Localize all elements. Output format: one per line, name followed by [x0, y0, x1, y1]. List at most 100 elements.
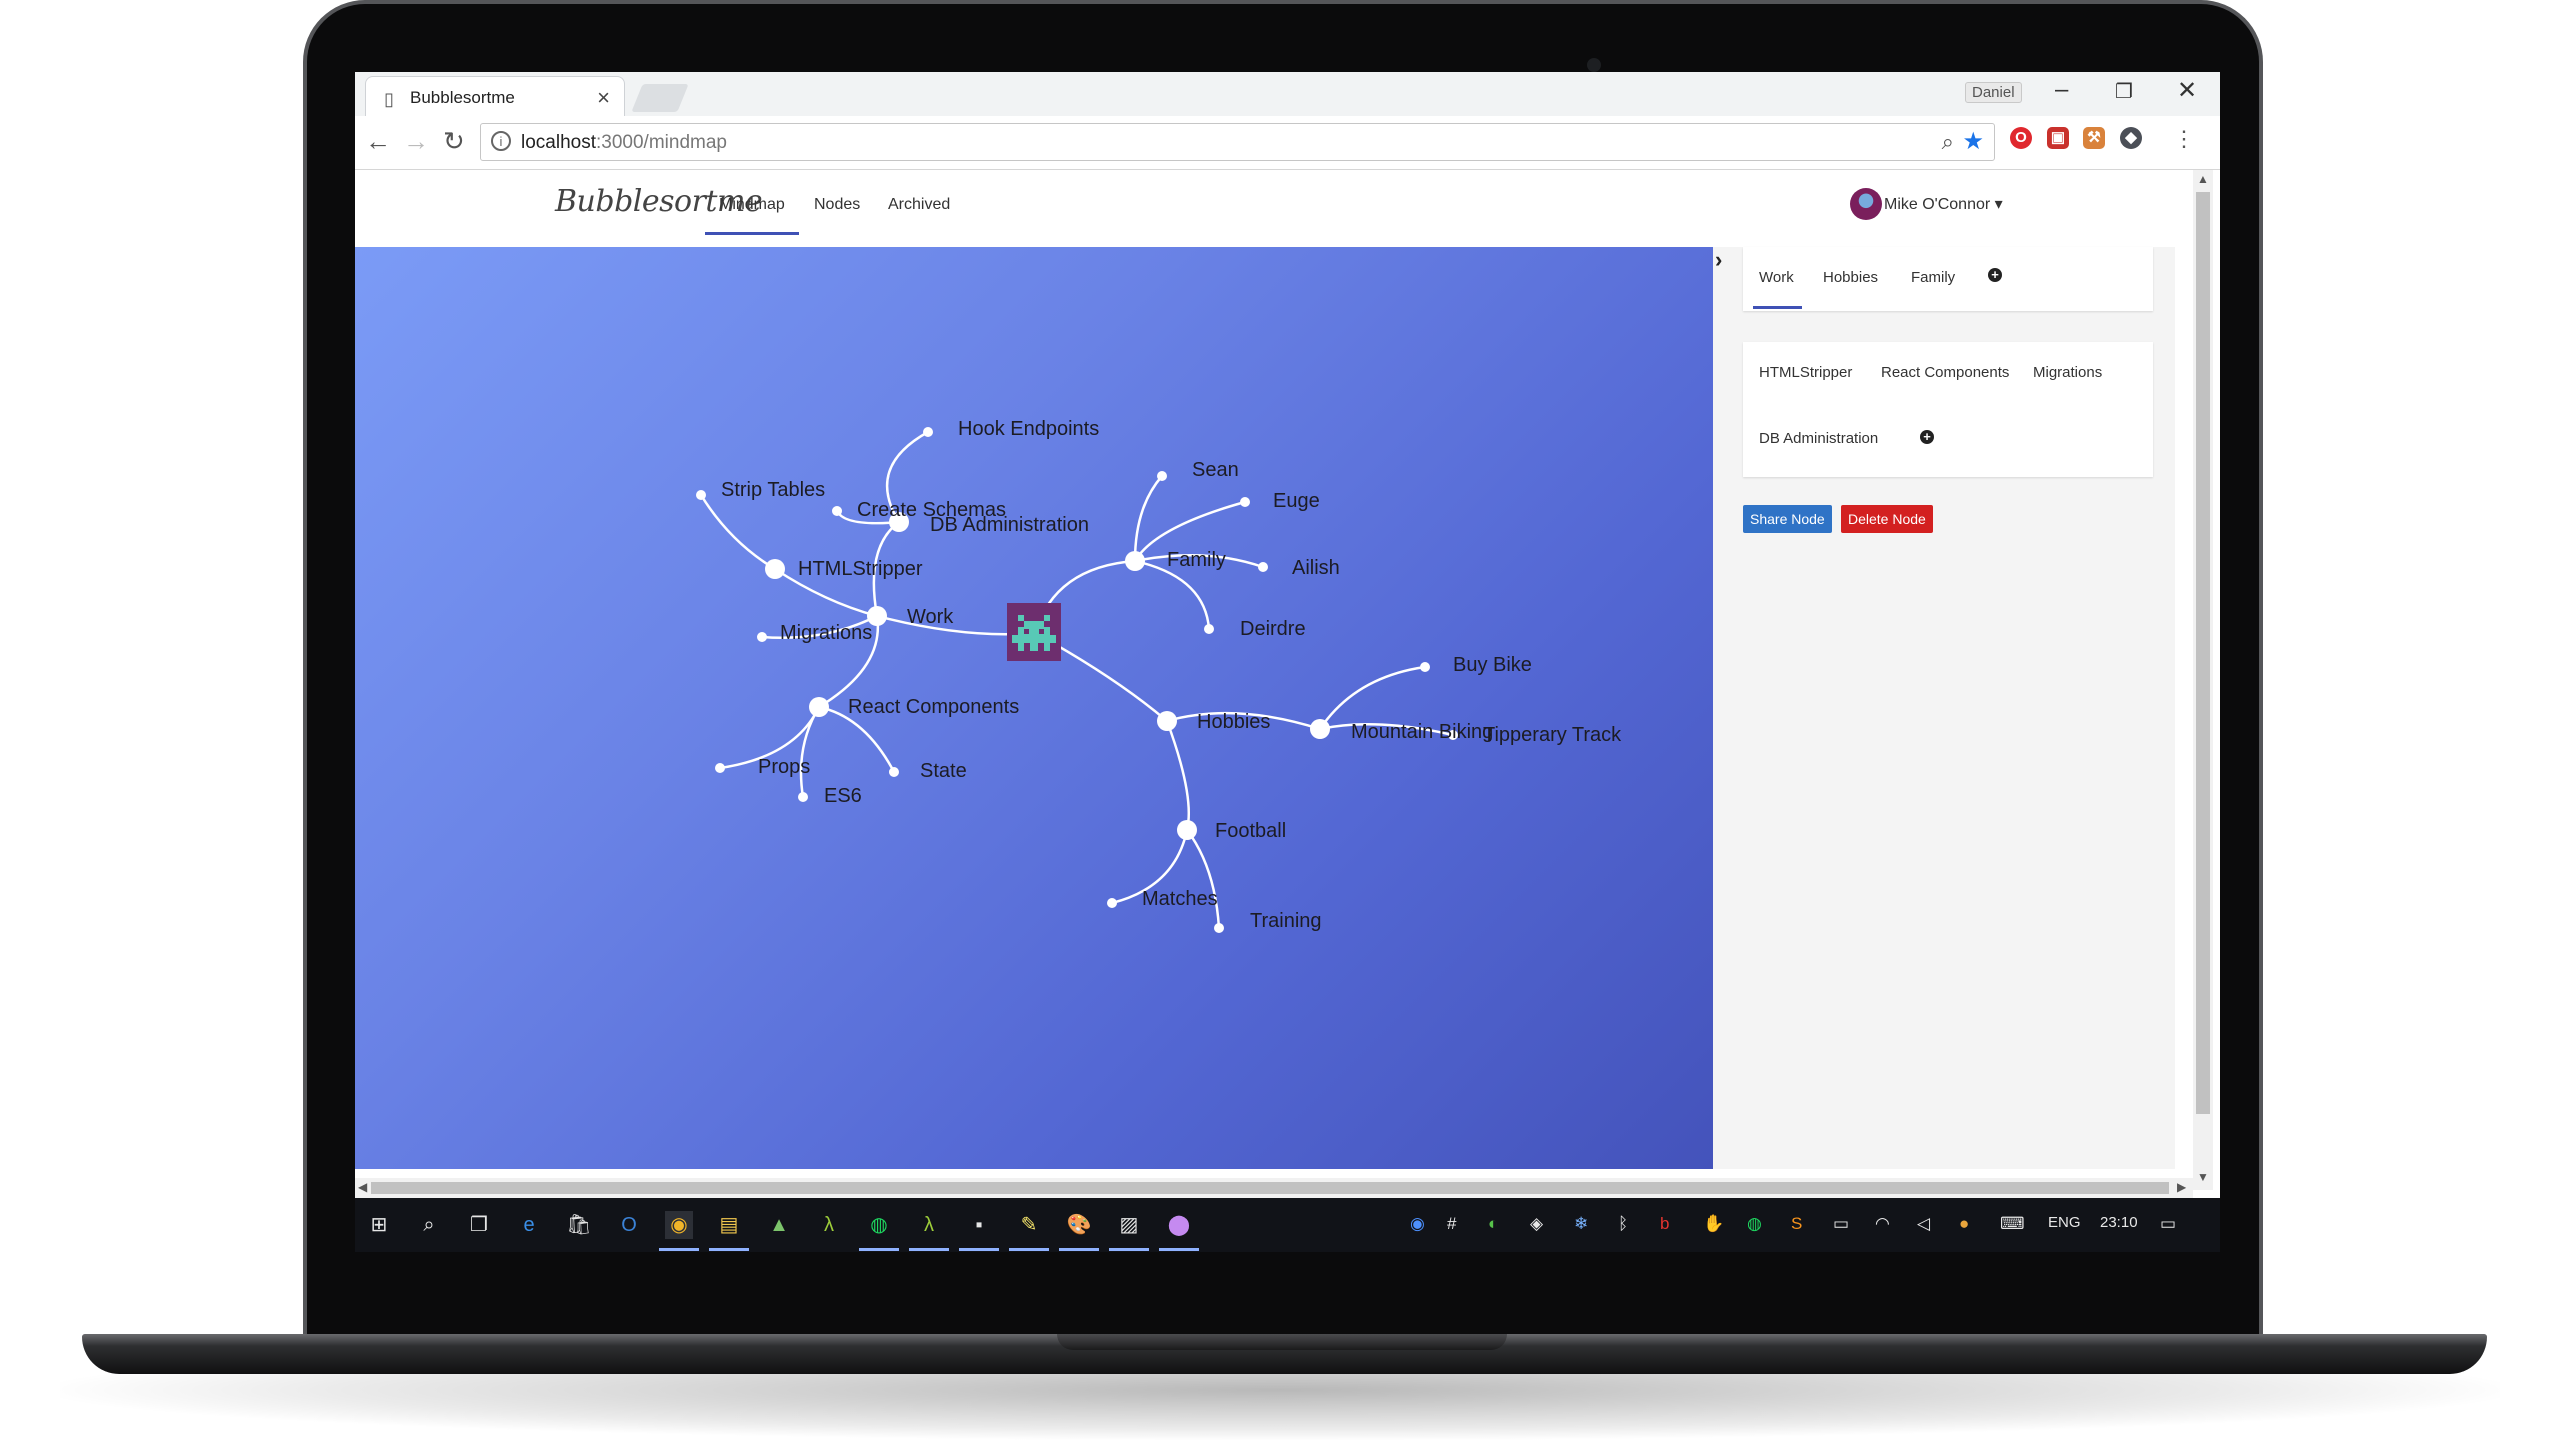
add-tab-icon[interactable]: + [1988, 268, 2002, 282]
delete-node-button[interactable]: Delete Node [1841, 505, 1933, 533]
tab-family[interactable]: Family [1911, 269, 1955, 286]
avatar [1850, 188, 1882, 220]
globe-icon[interactable]: ● [1959, 1214, 1969, 1234]
battery-icon[interactable]: ▭ [1833, 1214, 1849, 1234]
snowflake-icon[interactable]: ❄ [1574, 1214, 1588, 1234]
node-hobbies [1157, 711, 1177, 731]
scroll-up-icon[interactable]: ▲ [2197, 172, 2209, 186]
tab-hobbies[interactable]: Hobbies [1823, 269, 1878, 286]
vertical-scroll-thumb[interactable] [2196, 192, 2210, 1114]
spotify-icon[interactable]: ◍ [859, 1211, 899, 1251]
add-child-icon[interactable]: + [1920, 430, 1934, 444]
mindmap-svg[interactable]: Work DB Administration Hook Endpoints Cr… [355, 247, 1713, 1169]
chrome-tray-icon[interactable]: ◉ [1410, 1214, 1425, 1234]
node-detail-panel: › Work Hobbies Family + HTMLStripper Rea… [1713, 247, 2175, 1169]
chrome-icon[interactable]: ◉ [659, 1211, 699, 1251]
horizontal-scrollbar[interactable]: ◀ ▶ [355, 1178, 2193, 1198]
forward-arrow-icon[interactable]: → [403, 126, 429, 157]
horizontal-scroll-thumb[interactable] [371, 1182, 2169, 1194]
maps-icon[interactable]: ⬤ [1159, 1211, 1199, 1251]
zoom-icon[interactable]: ⌕ [1942, 129, 1954, 155]
evernote-icon[interactable]: ◐ [1488, 1214, 1498, 1234]
edge-icon[interactable]: e [515, 1211, 543, 1239]
hand-icon[interactable]: ✋ [1703, 1214, 1724, 1234]
browser-tab[interactable]: ▯ Bubblesortme × [365, 76, 625, 116]
mindmap-labels[interactable]: Work DB Administration Hook Endpoints Cr… [721, 418, 1622, 932]
label-migrations: Migrations [780, 622, 872, 644]
hammer-icon[interactable]: ⚒ [2083, 127, 2105, 149]
mindmap-nodes[interactable] [696, 427, 1458, 933]
sublime-icon[interactable]: S [1791, 1214, 1802, 1234]
share-node-button[interactable]: Share Node [1743, 505, 1832, 533]
pdf-icon[interactable]: ▣ [2047, 127, 2069, 149]
clock[interactable]: 23:10 [2100, 1214, 2138, 1231]
scroll-down-icon[interactable]: ▼ [2197, 1170, 2209, 1184]
bookmark-b-icon: ▯ [384, 89, 394, 109]
label-create-schemas: Create Schemas [857, 499, 1006, 521]
tab-close-icon[interactable]: × [597, 85, 610, 111]
address-bar[interactable]: i localhost:3000/mindmap ⌕ ★ [480, 123, 1995, 161]
close-icon[interactable]: ✕ [2177, 76, 2197, 105]
bookmark-star-icon[interactable]: ★ [1962, 127, 1984, 156]
label-family: Family [1167, 549, 1226, 571]
node-euge [1240, 497, 1250, 507]
label-react-components: React Components [848, 696, 1019, 718]
lambda-icon[interactable]: λ [909, 1211, 949, 1251]
nav-mindmap[interactable]: Mindmap [705, 196, 799, 235]
url-text[interactable]: localhost:3000/mindmap [521, 132, 727, 154]
restore-icon[interactable]: ❐ [2115, 79, 2133, 104]
paint-icon[interactable]: 🎨 [1059, 1211, 1099, 1251]
webstorm-icon[interactable]: ▪ [959, 1211, 999, 1251]
volume-icon[interactable]: ◁ [1917, 1214, 1930, 1234]
action-center-icon[interactable]: ▭ [2160, 1214, 2176, 1234]
file-explorer-icon[interactable]: ▤ [709, 1211, 749, 1251]
browser-tab-strip: ▯ Bubblesortme × Daniel – ❐ ✕ [355, 72, 2220, 116]
child-node[interactable]: React Components [1881, 364, 2009, 381]
nav-archived[interactable]: Archived [888, 196, 950, 214]
label-state: State [920, 760, 967, 782]
wifi-icon[interactable]: ◠ [1875, 1214, 1890, 1234]
new-tab-button[interactable] [631, 84, 689, 112]
space-invader-icon[interactable] [1007, 603, 1061, 661]
mindmap-canvas[interactable]: Work DB Administration Hook Endpoints Cr… [355, 247, 1713, 1169]
child-node[interactable]: HTMLStripper [1759, 364, 1852, 381]
vertical-scrollbar[interactable]: ▲ ▼ [2193, 170, 2213, 1190]
label-es6: ES6 [824, 785, 862, 807]
search-icon[interactable]: ⌕ [415, 1211, 443, 1239]
beats-icon[interactable]: b [1660, 1214, 1669, 1234]
android-studio-icon[interactable]: ▲ [765, 1211, 793, 1239]
spotify-tray-icon[interactable]: ◍ [1747, 1214, 1762, 1234]
shield-icon[interactable]: ◆ [2120, 127, 2142, 149]
node-migrations [757, 632, 767, 642]
user-name[interactable]: Mike O'Connor ▾ [1884, 194, 2003, 214]
language-indicator[interactable]: ENG [2048, 1214, 2081, 1231]
outlook-icon[interactable]: O [615, 1211, 643, 1239]
store-icon[interactable]: 🛍 [565, 1211, 593, 1239]
child-node[interactable]: Migrations [2033, 364, 2102, 381]
node-deirdre [1204, 624, 1214, 634]
reload-icon[interactable]: ↻ [443, 126, 465, 157]
notepad-icon[interactable]: ✎ [1009, 1211, 1049, 1251]
keyboard-icon[interactable]: ⌨ [2000, 1214, 2025, 1234]
scroll-left-icon[interactable]: ◀ [358, 1180, 367, 1194]
profile-name-chip[interactable]: Daniel [1965, 82, 2022, 103]
back-arrow-icon[interactable]: ← [365, 126, 391, 157]
task-view-icon[interactable]: ❐ [465, 1211, 493, 1239]
tab-work[interactable]: Work [1753, 269, 1802, 309]
photos-icon[interactable]: ▨ [1109, 1211, 1149, 1251]
scroll-right-icon[interactable]: ▶ [2177, 1180, 2186, 1194]
minimize-icon[interactable]: – [2055, 76, 2068, 104]
lambda-icon[interactable]: λ [815, 1211, 843, 1239]
label-props: Props [758, 756, 810, 778]
browser-toolbar: ← → ↻ i localhost:3000/mindmap ⌕ ★ O ▣ ⚒… [355, 116, 2220, 170]
windows-start-icon[interactable]: ⊞ [365, 1211, 393, 1239]
bluetooth-icon[interactable]: ᛒ [1618, 1214, 1628, 1234]
slack-icon[interactable]: # [1447, 1214, 1456, 1234]
chrome-menu-icon[interactable]: ⋮ [2173, 126, 2195, 152]
dropbox-icon[interactable]: ◈ [1530, 1214, 1543, 1234]
info-icon[interactable]: i [491, 131, 511, 151]
child-node[interactable]: DB Administration [1759, 430, 1878, 447]
chevron-right-icon[interactable]: › [1715, 247, 1722, 273]
opera-icon[interactable]: O [2010, 127, 2032, 149]
nav-nodes[interactable]: Nodes [814, 196, 860, 214]
